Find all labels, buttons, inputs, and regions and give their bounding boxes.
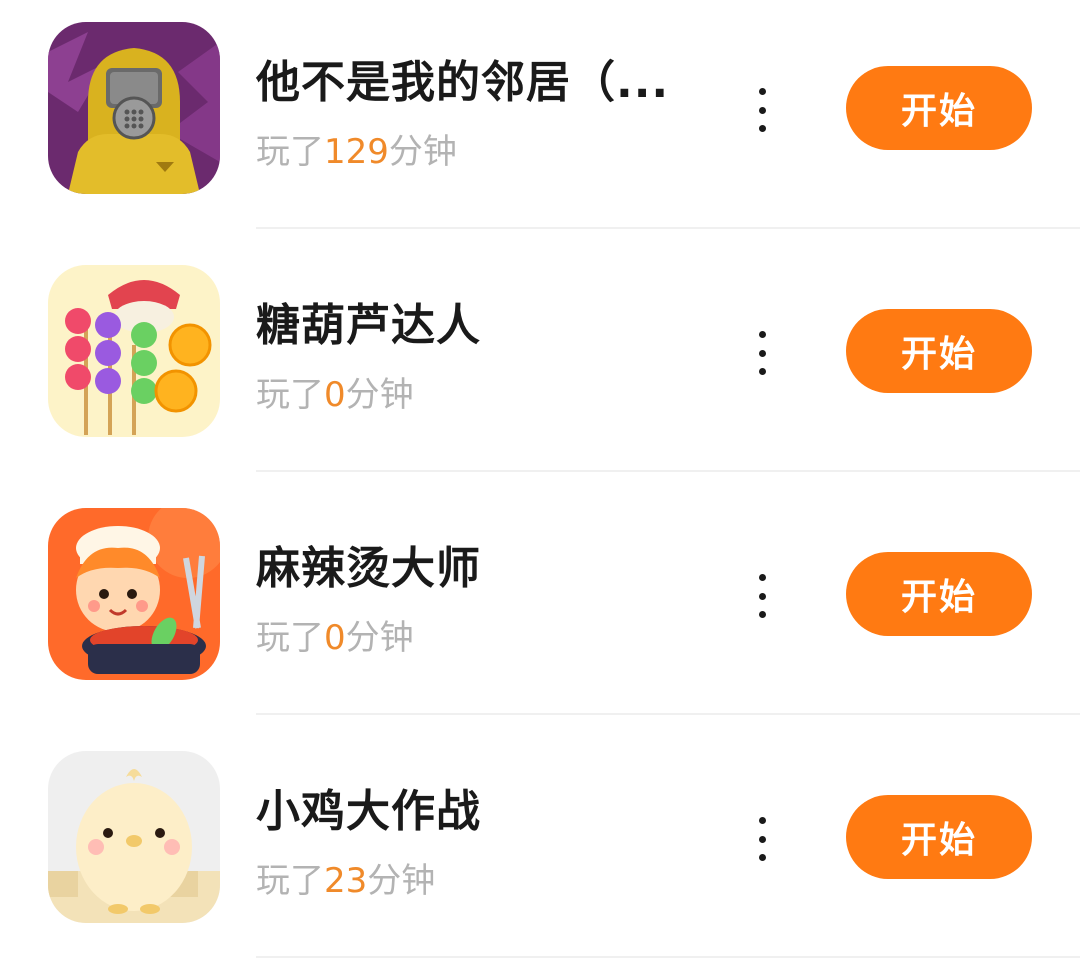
divider: [256, 470, 1080, 472]
play-time-prefix: 玩了: [256, 618, 324, 658]
start-button[interactable]: 开始: [846, 309, 1032, 393]
more-dot: [758, 88, 766, 95]
more-dot: [758, 106, 766, 114]
more-options-icon[interactable]: [748, 331, 776, 375]
more-dot: [758, 817, 766, 824]
play-time-minutes: 0: [324, 375, 346, 415]
play-time-minutes: 0: [324, 618, 346, 658]
more-dot: [758, 835, 766, 843]
more-options-icon[interactable]: [748, 88, 776, 132]
play-time-minutes: 129: [324, 132, 389, 172]
play-time-suffix: 分钟: [367, 861, 436, 901]
chick-character-icon[interactable]: [48, 751, 220, 923]
more-dot: [758, 592, 766, 600]
play-time-prefix: 玩了: [256, 861, 324, 901]
start-button[interactable]: 开始: [846, 795, 1032, 879]
game-title[interactable]: 麻辣烫大师: [256, 532, 481, 596]
game-title[interactable]: 他不是我的邻居（...: [256, 46, 669, 110]
more-dot: [758, 331, 766, 338]
play-time-prefix: 玩了: [256, 132, 324, 172]
more-dot: [758, 349, 766, 357]
play-time: 玩了129分钟: [256, 124, 457, 173]
more-dot: [758, 368, 766, 375]
divider: [256, 227, 1080, 229]
play-time-suffix: 分钟: [345, 375, 414, 415]
chef-with-hotpot-icon[interactable]: [48, 508, 220, 680]
hazmat-suit-figure-icon[interactable]: [48, 22, 220, 194]
divider: [256, 713, 1080, 715]
game-title[interactable]: 小鸡大作战: [256, 775, 481, 839]
start-button[interactable]: 开始: [846, 552, 1032, 636]
more-options-icon[interactable]: [748, 574, 776, 618]
game-row[interactable]: 麻辣烫大师 玩了0分钟 开始: [0, 486, 1080, 729]
candied-fruit-skewers-icon[interactable]: [48, 265, 220, 437]
game-row[interactable]: 糖葫芦达人 玩了0分钟 开始: [0, 243, 1080, 486]
more-dot: [758, 854, 766, 861]
play-time: 玩了0分钟: [256, 610, 414, 659]
recent-games-list: 他不是我的邻居（... 玩了129分钟 开始 糖葫芦达人 玩了0分钟 开始 麻辣…: [0, 0, 1080, 976]
divider: [256, 956, 1080, 958]
game-title[interactable]: 糖葫芦达人: [256, 289, 481, 353]
play-time-suffix: 分钟: [388, 132, 457, 172]
play-time-prefix: 玩了: [256, 375, 324, 415]
game-row[interactable]: 小鸡大作战 玩了23分钟 开始: [0, 729, 1080, 972]
more-dot: [758, 125, 766, 132]
play-time: 玩了23分钟: [256, 853, 435, 902]
play-time: 玩了0分钟: [256, 367, 414, 416]
start-button[interactable]: 开始: [846, 66, 1032, 150]
game-row[interactable]: 他不是我的邻居（... 玩了129分钟 开始: [0, 0, 1080, 243]
more-dot: [758, 611, 766, 618]
more-options-icon[interactable]: [748, 817, 776, 861]
play-time-suffix: 分钟: [345, 618, 414, 658]
play-time-minutes: 23: [324, 861, 368, 901]
more-dot: [758, 574, 766, 581]
